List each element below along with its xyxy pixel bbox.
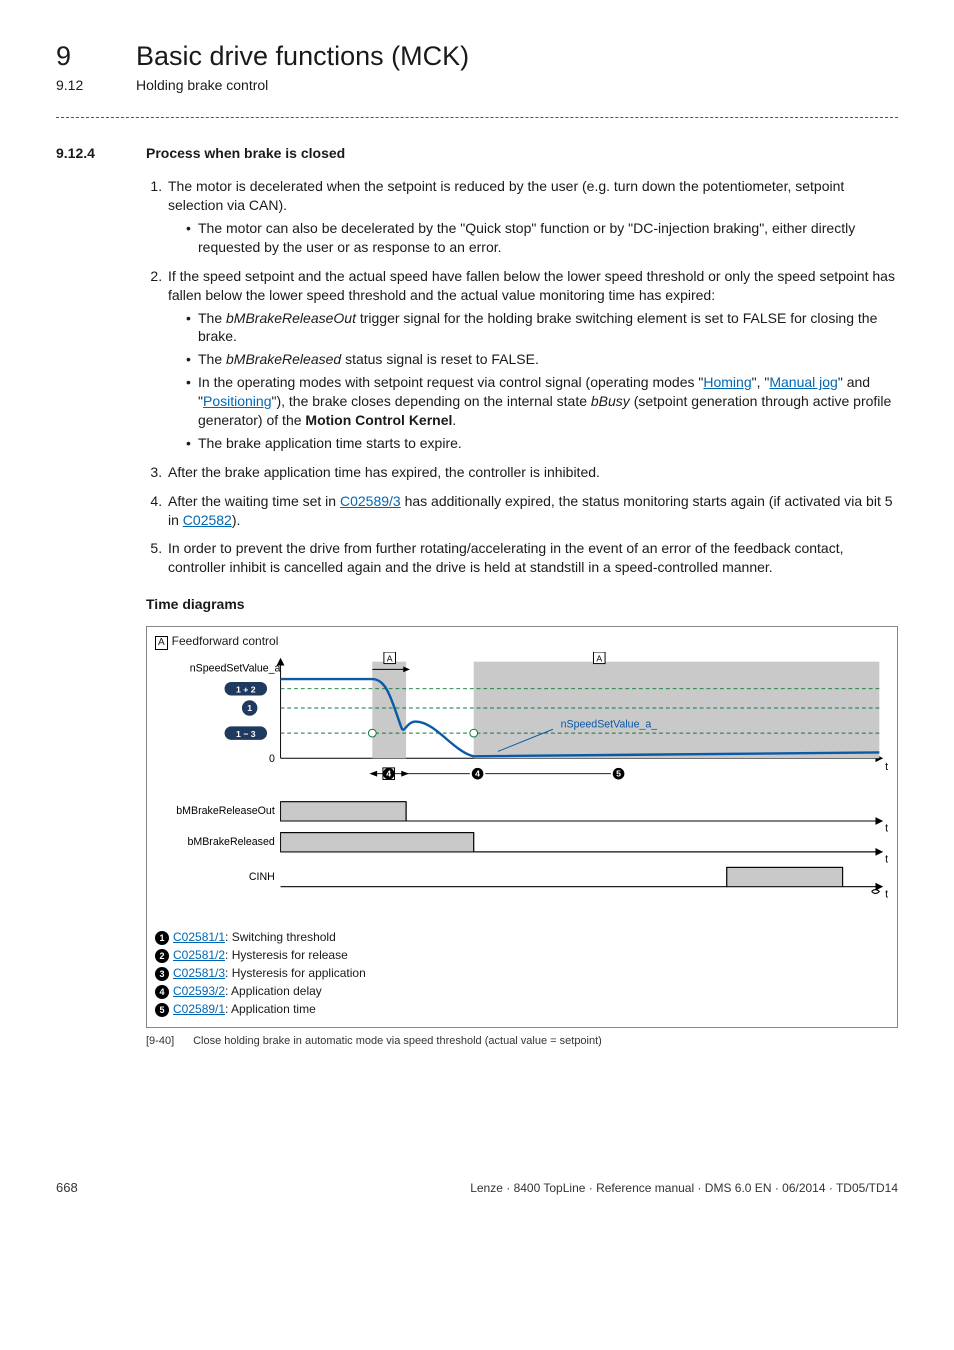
step-2-b2-em: bMBrakeReleased bbox=[226, 351, 341, 367]
svg-text:nSpeedSetValue_a_: nSpeedSetValue_a_ bbox=[561, 718, 659, 730]
step-2: If the speed setpoint and the actual spe… bbox=[166, 267, 898, 453]
timing-diagram-svg: nSpeedSetValue_a t 0 A A bbox=[155, 652, 889, 922]
legend-num-3-icon: 3 bbox=[155, 967, 169, 981]
link-c02581-3[interactable]: C02581/3 bbox=[173, 966, 225, 980]
legend-row-2: 2 C02581/2: Hysteresis for release bbox=[155, 947, 889, 963]
svg-text:t: t bbox=[885, 854, 888, 866]
svg-text:4: 4 bbox=[386, 769, 391, 779]
step-2-b1-pre: The bbox=[198, 310, 226, 326]
step-2-bullet-4: The brake application time starts to exp… bbox=[186, 434, 898, 453]
step-4: After the waiting time set in C02589/3 h… bbox=[166, 492, 898, 530]
link-positioning[interactable]: Positioning bbox=[203, 393, 272, 409]
svg-text:A: A bbox=[387, 654, 393, 664]
step-2-bullet-2: The bMBrakeReleased status signal is res… bbox=[186, 350, 898, 369]
step-2-b3-em: bBusy bbox=[591, 393, 630, 409]
chapter-heading: 9 Basic drive functions (MCK) bbox=[56, 38, 898, 74]
caption-id: [9-40] bbox=[146, 1034, 190, 1049]
svg-text:t: t bbox=[885, 761, 888, 773]
subsection-number: 9.12 bbox=[56, 76, 100, 95]
figure-box: A Feedforward control nSpeedSetValue_a t … bbox=[146, 626, 898, 1028]
step-2-b2-pre: The bbox=[198, 351, 226, 367]
legend-text-2: : Hysteresis for release bbox=[225, 948, 348, 962]
step-2-text: If the speed setpoint and the actual spe… bbox=[168, 268, 895, 303]
legend-text-5: : Application time bbox=[225, 1002, 316, 1016]
legend-row-1: 1 C02581/1: Switching threshold bbox=[155, 929, 889, 945]
chapter-number: 9 bbox=[56, 38, 100, 74]
footer-meta: Lenze · 8400 TopLine · Reference manual … bbox=[470, 1180, 898, 1196]
step-2-b1-em: bMBrakeReleaseOut bbox=[226, 310, 356, 326]
svg-text:bMBrakeReleased: bMBrakeReleased bbox=[187, 836, 274, 848]
chapter-title: Basic drive functions (MCK) bbox=[136, 38, 469, 74]
step-2-b3-b: ", " bbox=[752, 374, 770, 390]
figure-caption: [9-40] Close holding brake in automatic … bbox=[146, 1034, 898, 1049]
link-c02593-2[interactable]: C02593/2 bbox=[173, 984, 225, 998]
page-number: 668 bbox=[56, 1179, 78, 1197]
link-c02589-3[interactable]: C02589/3 bbox=[340, 493, 401, 509]
legend-num-2-icon: 2 bbox=[155, 949, 169, 963]
svg-text:1 − 3: 1 − 3 bbox=[236, 729, 256, 739]
step-4-a: After the waiting time set in bbox=[168, 493, 340, 509]
link-c02589-1[interactable]: C02589/1 bbox=[173, 1002, 225, 1016]
step-4-c: ). bbox=[232, 512, 241, 528]
step-3: After the brake application time has exp… bbox=[166, 463, 898, 482]
legend-row-4: 4 C02593/2: Application delay bbox=[155, 983, 889, 999]
figure-legend: 1 C02581/1: Switching threshold 2 C02581/2… bbox=[155, 929, 889, 1018]
step-2-b2-post: status signal is reset to FALSE. bbox=[341, 351, 539, 367]
svg-text:0: 0 bbox=[269, 753, 275, 765]
caption-text: Close holding brake in automatic mode vi… bbox=[193, 1035, 602, 1047]
step-1-text: The motor is decelerated when the setpoi… bbox=[168, 178, 844, 213]
feedforward-label: Feedforward control bbox=[172, 634, 279, 648]
link-c02582[interactable]: C02582 bbox=[183, 512, 232, 528]
section-number: 9.12.4 bbox=[56, 144, 116, 163]
svg-text:bMBrakeReleaseOut: bMBrakeReleaseOut bbox=[176, 805, 275, 817]
time-diagrams-heading: Time diagrams bbox=[146, 595, 898, 614]
legend-row-5: 5 C02589/1: Application time bbox=[155, 1001, 889, 1017]
link-manual-jog[interactable]: Manual jog bbox=[769, 374, 838, 390]
svg-text:4: 4 bbox=[475, 769, 480, 779]
svg-text:t: t bbox=[885, 823, 888, 835]
svg-text:nSpeedSetValue_a: nSpeedSetValue_a bbox=[190, 662, 281, 674]
step-2-b3-d: "), the brake closes depending on the in… bbox=[271, 393, 590, 409]
svg-text:t: t bbox=[885, 888, 888, 900]
body-content: The motor is decelerated when the setpoi… bbox=[56, 177, 898, 1049]
figure-top-legend: A Feedforward control bbox=[155, 633, 889, 650]
subsection-heading: 9.12 Holding brake control bbox=[56, 76, 898, 95]
step-1: The motor is decelerated when the setpoi… bbox=[166, 177, 898, 257]
legend-row-3: 3 C02581/3: Hysteresis for application bbox=[155, 965, 889, 981]
svg-text:CINH: CINH bbox=[249, 871, 275, 883]
legend-num-1-icon: 1 bbox=[155, 931, 169, 945]
step-2-b3-a: In the operating modes with setpoint req… bbox=[198, 374, 703, 390]
svg-text:1 + 2: 1 + 2 bbox=[236, 685, 256, 695]
separator-dashed bbox=[56, 117, 898, 118]
step-2-b3-f: . bbox=[452, 412, 456, 428]
subsection-title: Holding brake control bbox=[136, 76, 268, 95]
legend-text-3: : Hysteresis for application bbox=[225, 966, 366, 980]
section-title: Process when brake is closed bbox=[146, 144, 345, 163]
legend-num-5-icon: 5 bbox=[155, 1003, 169, 1017]
legend-text-4: : Application delay bbox=[225, 984, 322, 998]
page-root: 9 Basic drive functions (MCK) 9.12 Holdi… bbox=[0, 0, 954, 1237]
link-c02581-2[interactable]: C02581/2 bbox=[173, 948, 225, 962]
legend-text-1: : Switching threshold bbox=[225, 930, 336, 944]
section-heading: 9.12.4 Process when brake is closed bbox=[56, 144, 898, 163]
step-2-bullet-3: In the operating modes with setpoint req… bbox=[186, 373, 898, 430]
step-5: In order to prevent the drive from furth… bbox=[166, 539, 898, 577]
step-1-bullet-1: The motor can also be decelerated by the… bbox=[186, 219, 898, 257]
step-2-bullet-1: The bMBrakeReleaseOut trigger signal for… bbox=[186, 309, 898, 347]
legend-num-4-icon: 4 bbox=[155, 985, 169, 999]
svg-text:5: 5 bbox=[616, 769, 621, 779]
svg-text:A: A bbox=[596, 654, 602, 664]
link-homing[interactable]: Homing bbox=[703, 374, 751, 390]
page-footer: 668 Lenze · 8400 TopLine · Reference man… bbox=[56, 1179, 898, 1197]
svg-text:1: 1 bbox=[247, 703, 252, 713]
feedforward-box-icon: A bbox=[155, 636, 168, 650]
procedure-list: The motor is decelerated when the setpoi… bbox=[146, 177, 898, 577]
link-c02581-1[interactable]: C02581/1 bbox=[173, 930, 225, 944]
step-2-b3-bold: Motion Control Kernel bbox=[305, 412, 452, 428]
